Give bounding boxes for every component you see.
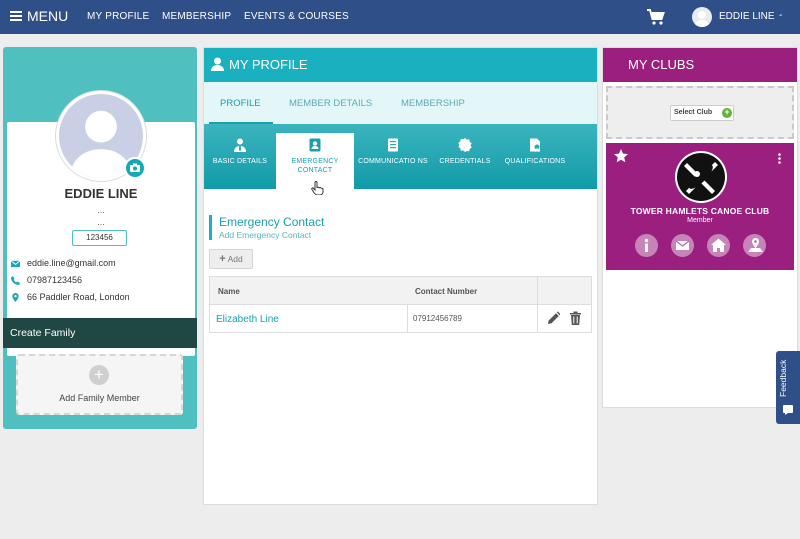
user-icon xyxy=(211,57,224,71)
section-heading: Emergency Contact Add Emergency Contact xyxy=(209,215,324,240)
subtab-basic-details[interactable]: BASIC DETAILS xyxy=(204,138,276,166)
secondary-tabs: BASIC DETAILS EMERGENCY CONTACT COMMUNIC… xyxy=(204,124,597,189)
select-club-button[interactable]: Select Club + xyxy=(670,105,734,121)
select-club-area: Select Club + xyxy=(606,86,794,139)
certificate-icon xyxy=(530,138,540,152)
nav-my-profile[interactable]: MY PROFILE xyxy=(87,11,149,22)
column-header-contact-number: Contact Number xyxy=(407,277,537,305)
camera-icon[interactable] xyxy=(124,157,146,179)
panel-header: MY PROFILE xyxy=(204,48,597,82)
subtab-qualifications[interactable]: QUALIFICATIONS xyxy=(499,138,571,166)
menu-button[interactable]: MENU xyxy=(10,8,68,24)
tab-membership[interactable]: MEMBERSHIP xyxy=(401,98,465,109)
plus-circle-icon: + xyxy=(89,365,109,385)
club-card[interactable]: TOWER HAMLETS CANOE CLUB Member xyxy=(606,143,794,270)
profile-card: EDDIE LINE ... ... 123456 eddie.line@gma… xyxy=(3,47,197,429)
column-divider xyxy=(537,277,538,305)
hamburger-icon xyxy=(10,11,22,21)
add-family-member-label: Add Family Member xyxy=(59,393,140,403)
section-subtitle: Add Emergency Contact xyxy=(219,230,312,240)
phone-icon xyxy=(11,275,20,285)
user-avatar-icon[interactable] xyxy=(692,7,712,27)
user-menu[interactable]: EDDIE LINE xyxy=(719,11,775,22)
menu-label: MENU xyxy=(27,8,69,24)
panel-title: MY PROFILE xyxy=(229,57,308,72)
feedback-label: Feedback xyxy=(778,359,788,397)
envelope-icon xyxy=(11,259,20,267)
contact-name-cell[interactable]: Elizabeth Line xyxy=(210,305,407,333)
shopping-cart-icon[interactable] xyxy=(647,9,665,25)
add-contact-button[interactable]: + Add xyxy=(209,249,253,269)
address-value: 66 Paddler Road, London xyxy=(27,292,130,302)
profile-panel: MY PROFILE PROFILE MEMBER DETAILS MEMBER… xyxy=(203,47,598,505)
badge-icon xyxy=(458,138,472,152)
add-circle-icon: + xyxy=(722,108,732,118)
column-header-actions xyxy=(537,277,591,305)
profile-line-1: ... xyxy=(97,205,105,215)
location-pin-icon xyxy=(12,292,19,302)
profile-line-2: ... xyxy=(97,217,105,227)
home-icon[interactable] xyxy=(707,234,730,257)
club-role: Member xyxy=(687,217,713,224)
clubs-header: MY CLUBS xyxy=(603,48,797,82)
add-family-member-button[interactable]: + Add Family Member xyxy=(16,354,183,415)
top-navigation-bar: MENU MY PROFILE MEMBERSHIP EVENTS & COUR… xyxy=(0,0,800,34)
document-icon xyxy=(388,138,398,152)
address-row: 66 Paddler Road, London xyxy=(11,292,130,302)
phone-row: 07987123456 xyxy=(11,275,82,285)
subtab-communications[interactable]: COMMUNICATIO NS xyxy=(357,138,429,166)
member-number-badge: 123456 xyxy=(72,230,127,246)
contact-number-cell: 07912456789 xyxy=(413,314,462,323)
hand-pointer-cursor xyxy=(311,181,324,195)
tab-member-details[interactable]: MEMBER DETAILS xyxy=(289,98,372,109)
info-icon[interactable] xyxy=(635,234,658,257)
nav-membership[interactable]: MEMBERSHIP xyxy=(162,11,231,22)
more-options-icon[interactable] xyxy=(778,153,781,164)
contact-card-icon xyxy=(309,138,321,152)
create-family-header[interactable]: Create Family xyxy=(3,318,197,348)
profile-name: EDDIE LINE xyxy=(64,186,138,201)
phone-value: 07987123456 xyxy=(27,275,83,285)
my-clubs-panel: MY CLUBS Select Club + TOWER HAMLETS CAN… xyxy=(602,47,798,408)
email-value: eddie.line@gmail.com xyxy=(27,258,116,268)
mail-icon[interactable] xyxy=(671,234,694,257)
trash-icon[interactable] xyxy=(569,311,582,325)
map-pin-icon[interactable] xyxy=(743,234,766,257)
edit-pencil-icon[interactable] xyxy=(547,311,560,325)
plus-icon: + xyxy=(219,253,226,265)
feedback-icon xyxy=(783,405,793,415)
star-icon[interactable] xyxy=(614,149,628,163)
tab-profile[interactable]: PROFILE xyxy=(220,98,261,109)
feedback-tab[interactable]: Feedback xyxy=(776,351,800,424)
column-header-name: Name xyxy=(210,277,407,305)
user-menu-caret[interactable]: - xyxy=(779,10,782,21)
nav-events-courses[interactable]: EVENTS & COURSES xyxy=(244,11,349,22)
subtab-credentials[interactable]: CREDENTIALS xyxy=(429,138,501,166)
primary-tabs: PROFILE MEMBER DETAILS MEMBERSHIP xyxy=(204,82,597,124)
column-divider xyxy=(537,305,538,333)
email-row: eddie.line@gmail.com xyxy=(11,258,116,268)
club-logo-icon xyxy=(675,151,727,203)
section-title: Emergency Contact xyxy=(219,215,325,229)
user-tie-icon xyxy=(234,138,246,152)
emergency-contacts-table: Name Contact Number Elizabeth Line 07912… xyxy=(209,276,592,333)
club-name: TOWER HAMLETS CANOE CLUB xyxy=(630,206,770,216)
